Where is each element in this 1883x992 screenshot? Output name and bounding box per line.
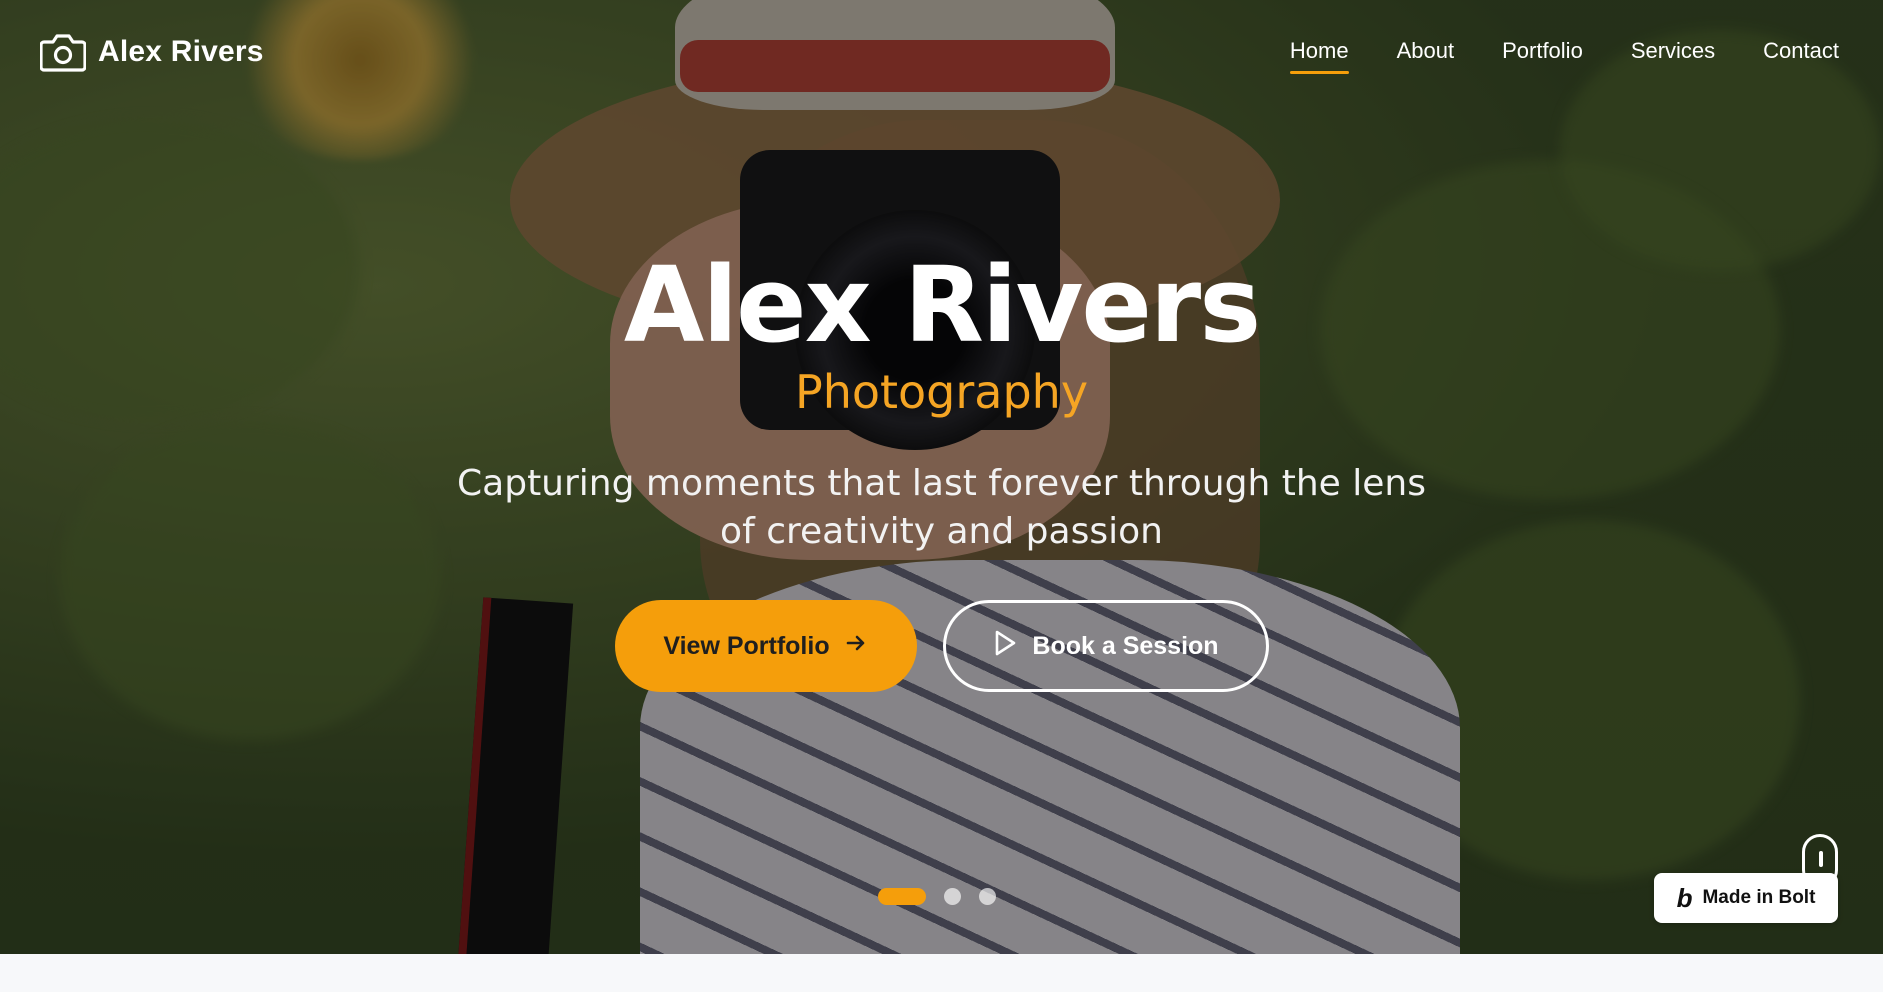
- bolt-badge-label: Made in Bolt: [1702, 887, 1816, 908]
- carousel-dot-2[interactable]: [944, 888, 961, 905]
- book-session-label: Book a Session: [1032, 631, 1219, 660]
- nav-links: Home About Portfolio Services Contact: [1289, 38, 1839, 74]
- play-icon: [992, 629, 1018, 664]
- book-session-button[interactable]: Book a Session: [942, 600, 1269, 692]
- made-in-bolt-badge[interactable]: b Made in Bolt: [1654, 873, 1838, 923]
- carousel-dot-1[interactable]: [878, 888, 926, 905]
- hero-subtitle: Photography: [794, 365, 1089, 419]
- nav-item-home[interactable]: Home: [1289, 38, 1349, 74]
- cta-row: View Portfolio Book a Session: [0, 600, 1883, 692]
- scroll-wheel: [1819, 851, 1823, 867]
- nav-item-services[interactable]: Services: [1631, 38, 1715, 74]
- view-portfolio-label: View Portfolio: [663, 631, 830, 660]
- arrow-right-icon: [844, 631, 868, 662]
- carousel-dots: [878, 888, 996, 905]
- site-logo[interactable]: Alex Rivers: [40, 32, 264, 72]
- carousel-dot-3[interactable]: [979, 888, 996, 905]
- next-section: [0, 954, 1883, 992]
- hero-tagline: Capturing moments that last forever thro…: [457, 463, 1426, 552]
- nav-item-portfolio[interactable]: Portfolio: [1502, 38, 1583, 74]
- top-navigation: Alex Rivers Home About Portfolio Service…: [0, 0, 1883, 104]
- bolt-logo-icon: b: [1676, 882, 1693, 913]
- nav-item-about[interactable]: About: [1397, 38, 1455, 74]
- brand-name: Alex Rivers: [98, 35, 264, 68]
- hero-content: Alex Rivers Photography Capturing moment…: [0, 240, 1883, 692]
- hero-title: Alex Rivers: [623, 244, 1261, 366]
- camera-icon: [40, 32, 86, 72]
- view-portfolio-button[interactable]: View Portfolio: [614, 600, 917, 692]
- nav-item-contact[interactable]: Contact: [1763, 38, 1839, 74]
